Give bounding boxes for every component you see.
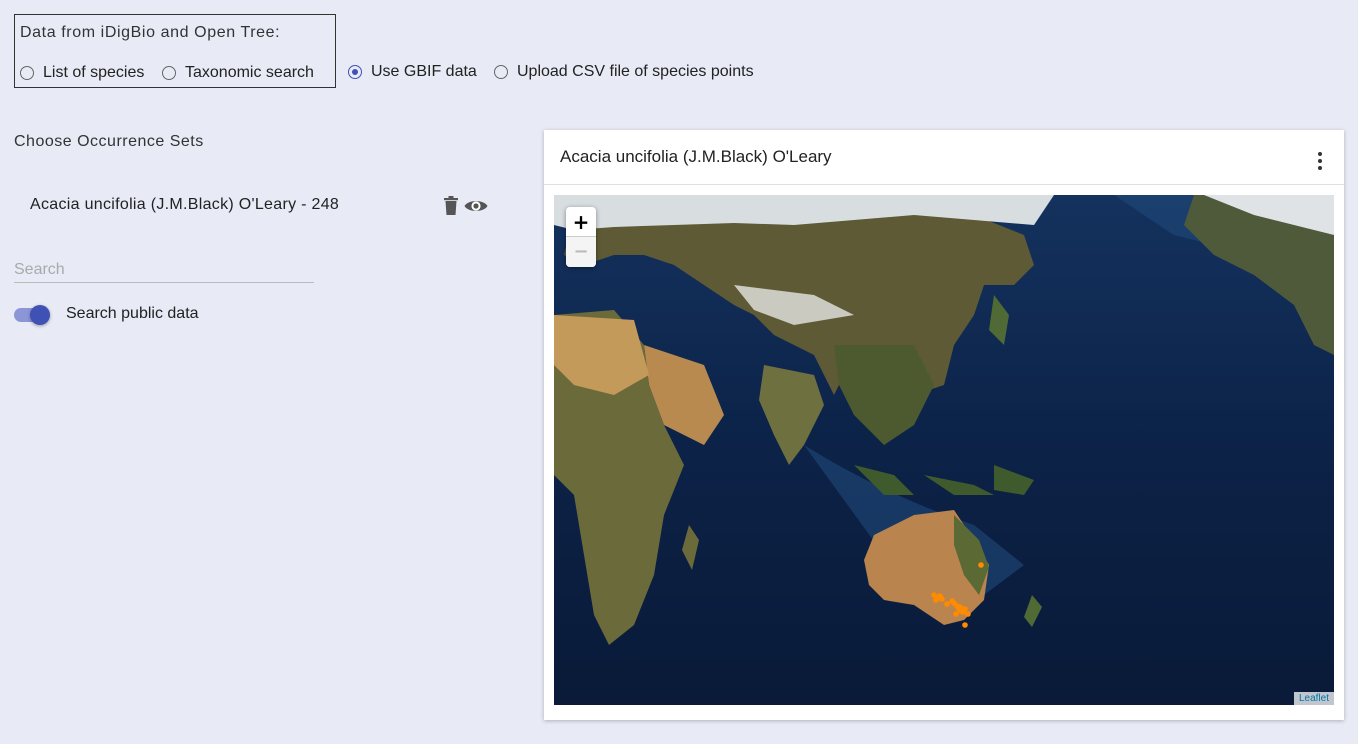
- radio-label: Use GBIF data: [371, 63, 477, 80]
- occurrence-set-item-label: Acacia uncifolia (J.M.Black) O'Leary - 2…: [30, 196, 340, 213]
- occurrence-point[interactable]: [939, 596, 945, 602]
- radio-upload-csv[interactable]: Upload CSV file of species points: [494, 63, 754, 81]
- search-public-data-toggle[interactable]: [14, 305, 50, 325]
- occurrence-point[interactable]: [949, 598, 955, 604]
- occurrence-sets-title: Choose Occurrence Sets: [14, 133, 204, 150]
- map-card: Acacia uncifolia (J.M.Black) O'Leary + −…: [544, 130, 1344, 720]
- radio-label: List of species: [43, 64, 145, 81]
- toggle-thumb[interactable]: [30, 305, 50, 325]
- map-view[interactable]: + − Leaflet: [554, 195, 1334, 705]
- occurrence-point[interactable]: [953, 611, 959, 617]
- data-source-title: Data from iDigBio and Open Tree:: [20, 24, 281, 41]
- zoom-in-button[interactable]: +: [566, 207, 596, 237]
- radio-label: Taxonomic search: [185, 64, 314, 81]
- radio-label: Upload CSV file of species points: [517, 63, 754, 80]
- data-source-group: Data from iDigBio and Open Tree: List of…: [14, 14, 336, 88]
- map-attribution: Leaflet: [1293, 692, 1334, 705]
- more-vert-icon[interactable]: [1318, 152, 1322, 170]
- radio-checked-icon[interactable]: [348, 65, 362, 79]
- occurrence-point[interactable]: [978, 562, 984, 568]
- toggle-label: Search public data: [66, 305, 199, 322]
- map-card-title: Acacia uncifolia (J.M.Black) O'Leary: [560, 147, 832, 166]
- radio-taxonomic-search[interactable]: Taxonomic search: [162, 64, 314, 82]
- leaflet-link[interactable]: Leaflet: [1299, 693, 1329, 704]
- occurrence-point[interactable]: [965, 611, 971, 617]
- zoom-control: + −: [566, 207, 596, 267]
- zoom-out-button[interactable]: −: [566, 237, 596, 267]
- delete-icon[interactable]: [444, 196, 458, 220]
- occurrence-point[interactable]: [958, 608, 964, 614]
- radio-unchecked-icon[interactable]: [20, 66, 34, 80]
- radio-unchecked-icon[interactable]: [494, 65, 508, 79]
- occurrence-point[interactable]: [962, 622, 968, 628]
- occurrence-point[interactable]: [944, 601, 950, 607]
- radio-use-gbif-data[interactable]: Use GBIF data: [348, 63, 477, 81]
- occurrence-point[interactable]: [933, 597, 939, 603]
- eye-icon[interactable]: [464, 198, 488, 219]
- occurrence-markers: [931, 562, 984, 628]
- map-card-header: Acacia uncifolia (J.M.Black) O'Leary: [544, 130, 1344, 185]
- radio-list-of-species[interactable]: List of species: [20, 64, 144, 82]
- search-input[interactable]: [14, 258, 314, 283]
- radio-unchecked-icon[interactable]: [162, 66, 176, 80]
